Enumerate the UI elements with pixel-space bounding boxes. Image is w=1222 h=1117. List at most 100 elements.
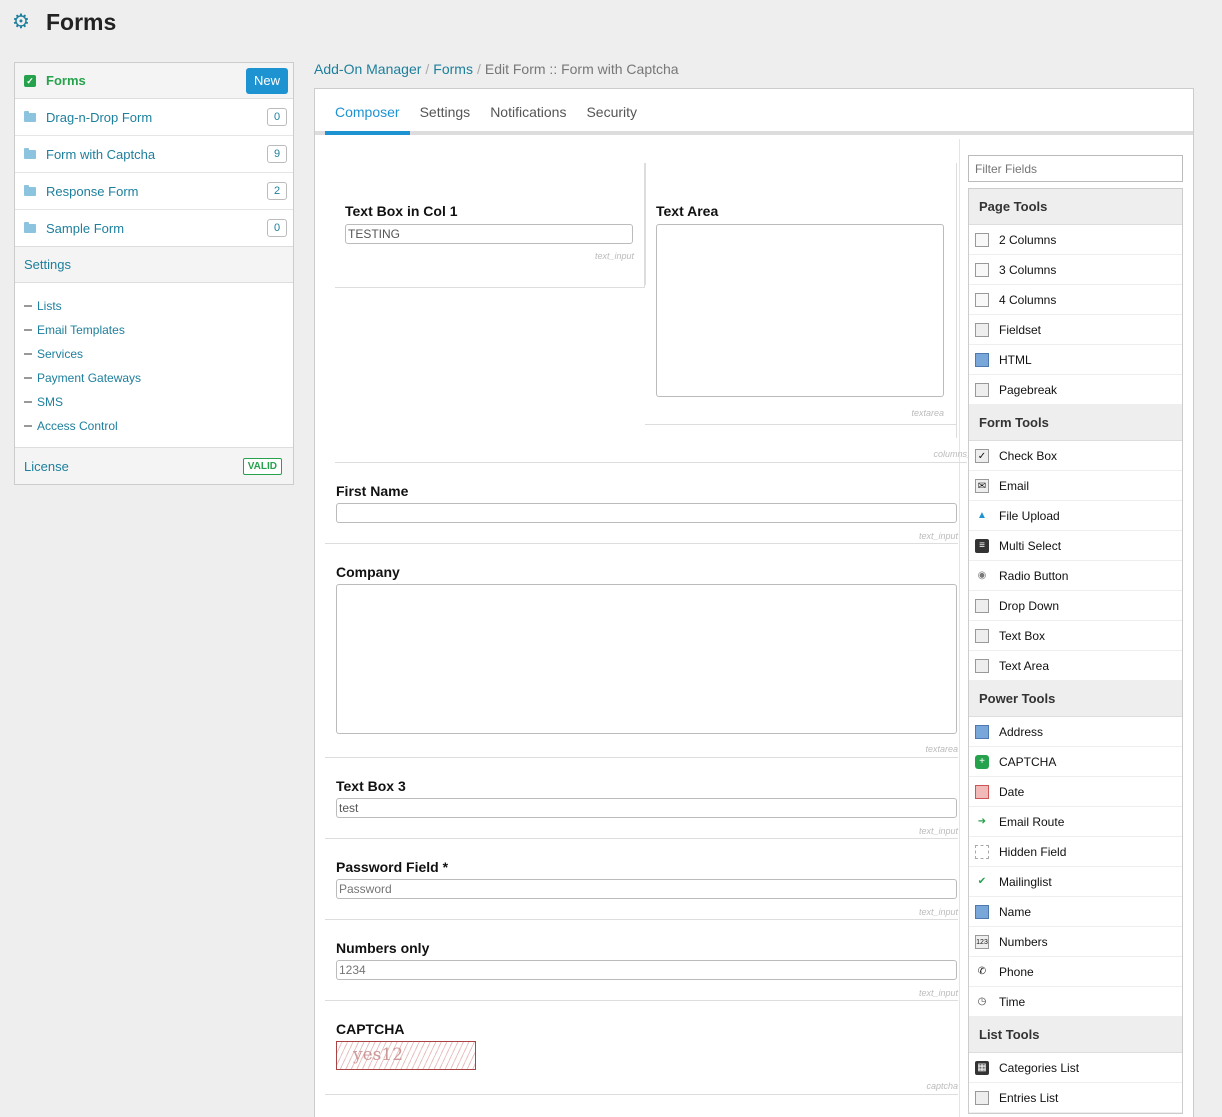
tool-item-hidden-field[interactable]: Hidden Field [969, 837, 1182, 867]
tool-item-text-area[interactable]: Text Area [969, 651, 1182, 681]
field-type-tag: text_input [918, 531, 958, 541]
sidebar-form-name[interactable]: Sample Form [46, 221, 267, 236]
field-label: Password Field * [336, 859, 449, 875]
tool-item-2-columns[interactable]: 2 Columns [969, 225, 1182, 255]
company-textarea[interactable] [336, 584, 957, 734]
tool-item-html[interactable]: HTML [969, 345, 1182, 375]
text-area-col2-input[interactable] [656, 224, 944, 397]
field-type-tag: text_input [594, 251, 634, 261]
tool-item-date[interactable]: Date [969, 777, 1182, 807]
folder-icon [24, 221, 36, 233]
tool-item-multi-select[interactable]: ≡ Multi Select [969, 531, 1182, 561]
categories-list-icon: ▦ [975, 1060, 989, 1075]
text-box-col1-input[interactable] [345, 224, 633, 244]
tab-settings[interactable]: Settings [410, 89, 481, 131]
sidebar-form-name[interactable]: Drag-n-Drop Form [46, 110, 267, 125]
form-entry-count[interactable]: 0 [267, 108, 287, 126]
sidebar-form-item[interactable]: Response Form 2 [15, 173, 293, 210]
form-entry-count[interactable]: 0 [267, 219, 287, 237]
sidebar-form-item[interactable]: Drag-n-Drop Form 0 [15, 99, 293, 136]
field-password[interactable]: Password Field * text_input [325, 839, 958, 920]
sidebar-form-name[interactable]: Response Form [46, 184, 267, 199]
field-type-tag: captcha [926, 1081, 958, 1091]
breadcrumb-current: Edit Form :: Form with Captcha [484, 61, 679, 77]
dropdown-icon [975, 598, 989, 613]
license-status-badge: VALID [242, 457, 282, 475]
field-label: Text Area [656, 203, 719, 219]
tool-item-3-columns[interactable]: 3 Columns [969, 255, 1182, 285]
settings-item-lists[interactable]: Lists [24, 294, 284, 318]
pagebreak-icon [975, 382, 989, 397]
tool-item-captcha[interactable]: + CAPTCHA [969, 747, 1182, 777]
first-name-input[interactable] [336, 503, 957, 523]
tool-item-time[interactable]: ◷ Time [969, 987, 1182, 1017]
address-icon [975, 724, 989, 739]
field-type-tag: text_input [918, 826, 958, 836]
settings-item-email-templates[interactable]: Email Templates [24, 318, 284, 342]
column-divider [956, 163, 957, 438]
tool-item-entries-list[interactable]: Entries List [969, 1083, 1182, 1113]
field-numbers-only[interactable]: Numbers only text_input [325, 920, 958, 1001]
tool-item-pagebreak[interactable]: Pagebreak [969, 375, 1182, 405]
tool-item-phone[interactable]: ✆ Phone [969, 957, 1182, 987]
tool-item-file-upload[interactable]: ▲ File Upload [969, 501, 1182, 531]
settings-list: Lists Email Templates Services Payment G… [15, 283, 293, 448]
tool-item-email-route[interactable]: ➜ Email Route [969, 807, 1182, 837]
license-label[interactable]: License [24, 459, 69, 474]
tool-item-address[interactable]: Address [969, 717, 1182, 747]
tool-item-mailinglist[interactable]: ✔ Mailinglist [969, 867, 1182, 897]
text-box-3-input[interactable] [336, 798, 957, 818]
tool-item-drop-down[interactable]: Drop Down [969, 591, 1182, 621]
tab-security[interactable]: Security [576, 89, 647, 131]
text-box-icon [975, 628, 989, 643]
settings-item-payment-gateways[interactable]: Payment Gateways [24, 366, 284, 390]
breadcrumb-separator: / [476, 61, 481, 77]
sidebar-form-name[interactable]: Form with Captcha [46, 147, 267, 162]
sidebar-license[interactable]: License VALID [15, 448, 293, 484]
sidebar-settings-header[interactable]: Settings [15, 247, 293, 283]
name-icon [975, 904, 989, 919]
tool-item-numbers[interactable]: 123 Numbers [969, 927, 1182, 957]
new-form-button[interactable]: New [246, 67, 288, 94]
numbers-only-input[interactable] [336, 960, 957, 980]
breadcrumb-addon-manager[interactable]: Add-On Manager [314, 61, 421, 77]
field-label: CAPTCHA [336, 1021, 405, 1037]
tools-palette: Page Tools 2 Columns 3 Columns 4 Columns… [968, 188, 1183, 1114]
field-text-box-3[interactable]: Text Box 3 text_input [325, 758, 958, 839]
settings-item-sms[interactable]: SMS [24, 390, 284, 414]
two-columns-icon [975, 232, 989, 247]
tool-item-email[interactable]: ✉ Email [969, 471, 1182, 501]
tool-item-categories-list[interactable]: ▦ Categories List [969, 1053, 1182, 1083]
field-company[interactable]: Company textarea [325, 544, 958, 758]
field-label: Company [336, 564, 400, 580]
sidebar-form-item[interactable]: Form with Captcha 9 [15, 136, 293, 173]
field-captcha[interactable]: CAPTCHA yes12 captcha [325, 1001, 958, 1095]
field-first-name[interactable]: First Name text_input [325, 463, 958, 544]
sidebar-form-item[interactable]: Sample Form 0 [15, 210, 293, 247]
tab-notifications[interactable]: Notifications [480, 89, 576, 131]
filter-fields-input[interactable] [968, 155, 1183, 182]
settings-item-services[interactable]: Services [24, 342, 284, 366]
breadcrumb-separator: / [425, 61, 430, 77]
password-input[interactable] [336, 879, 957, 899]
tool-item-text-box[interactable]: Text Box [969, 621, 1182, 651]
entries-list-icon [975, 1090, 989, 1105]
tool-item-fieldset[interactable]: Fieldset [969, 315, 1182, 345]
tool-group-header: Power Tools [969, 681, 1182, 717]
file-upload-icon: ▲ [977, 509, 987, 521]
gear-icon: ⚙ [12, 11, 30, 33]
tool-item-radio-button[interactable]: ◉ Radio Button [969, 561, 1182, 591]
tool-item-name[interactable]: Name [969, 897, 1182, 927]
mailinglist-icon: ✔ [977, 875, 987, 887]
sidebar-forms-label[interactable]: Forms [46, 73, 246, 88]
sidebar-forms-header: ✓ Forms New [15, 63, 293, 99]
settings-item-access-control[interactable]: Access Control [24, 414, 284, 438]
form-entry-count[interactable]: 9 [267, 145, 287, 163]
tool-item-check-box[interactable]: ✓ Check Box [969, 441, 1182, 471]
tab-composer[interactable]: Composer [325, 89, 410, 135]
tool-item-4-columns[interactable]: 4 Columns [969, 285, 1182, 315]
form-entry-count[interactable]: 2 [267, 182, 287, 200]
checkbox-icon: ✓ [975, 448, 989, 463]
breadcrumb-forms[interactable]: Forms [433, 61, 473, 77]
columns-row[interactable]: Text Box in Col 1 text_input Text Area t… [335, 163, 977, 463]
